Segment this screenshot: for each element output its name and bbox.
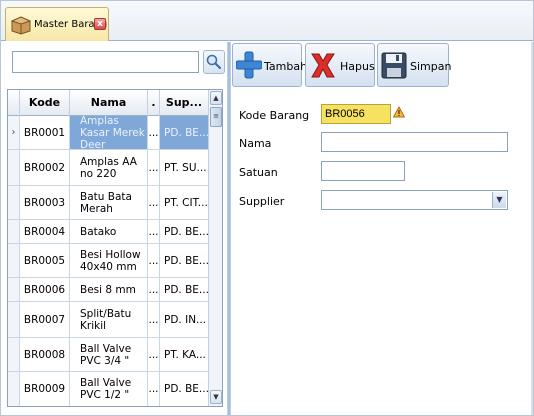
cell-dot: ...: [148, 116, 160, 149]
cell-supplier: PT. KA...: [164, 348, 206, 361]
scroll-down-icon[interactable]: ▼: [210, 390, 222, 404]
box-icon: [10, 16, 32, 35]
tab-bar: Master Barang x: [1, 1, 533, 41]
cell-nama: Besi Hollow 40x40 mm: [70, 244, 148, 277]
table-row[interactable]: BR0003 Batu Bata Merah ... PT. CIT...: [8, 186, 208, 220]
supplier-label: Supplier: [239, 195, 285, 208]
table-row[interactable]: BR0006 Besi 8 mm ... PD. BE...: [8, 278, 208, 302]
cell-dot: ...: [148, 278, 160, 301]
cell-nama: Split/Batu Krikil: [70, 302, 148, 337]
row-selected-icon: ›: [8, 116, 20, 149]
table-row[interactable]: BR0002 Amplas AA no 220 ... PT. SU...: [8, 150, 208, 186]
cell-kode: BR0004: [20, 220, 70, 243]
table-row[interactable]: BR0008 Ball Valve PVC 3/4 " ... PT. KA..…: [8, 338, 208, 372]
search-icon: [206, 54, 222, 70]
cell-kode: BR0008: [20, 338, 70, 371]
cell-supplier: PT. SU...: [164, 161, 207, 174]
chevron-down-icon[interactable]: ▼: [492, 192, 506, 208]
hapus-button[interactable]: Hapus: [305, 43, 375, 87]
cell-kode: BR0003: [20, 186, 70, 219]
hapus-label: Hapus: [340, 60, 375, 73]
table-row[interactable]: BR0004 Batako ... PD. BE...: [8, 220, 208, 244]
simpan-button[interactable]: Simpan: [377, 43, 452, 87]
cell-nama: Batu Bata Merah: [70, 186, 148, 219]
tab-master-barang[interactable]: Master Barang x: [5, 7, 109, 41]
column-header-kode[interactable]: Kode: [20, 90, 70, 116]
plus-icon: [236, 51, 262, 79]
cell-nama: Amplas Kasar Merek Deer: [70, 116, 148, 149]
table-row[interactable]: BR0005 Besi Hollow 40x40 mm ... PD. BE..…: [8, 244, 208, 278]
table-row[interactable]: BR0007 Split/Batu Krikil ... PD. IN...: [8, 302, 208, 338]
scroll-thumb[interactable]: ≡: [210, 107, 222, 127]
supplier-select[interactable]: ▼: [321, 190, 508, 210]
simpan-label: Simpan: [410, 60, 452, 73]
search-input[interactable]: [12, 51, 199, 73]
close-icon[interactable]: x: [94, 18, 106, 30]
cell-kode: BR0006: [20, 278, 70, 301]
column-header-dot[interactable]: .: [148, 90, 160, 116]
cell-nama: Batako: [70, 220, 148, 243]
kode-barang-label: Kode Barang: [239, 109, 310, 122]
nama-label: Nama: [239, 137, 272, 150]
table-row[interactable]: › BR0001 Amplas Kasar Merek Deer ... PD.…: [8, 116, 208, 150]
cell-dot: ...: [148, 302, 160, 337]
satuan-label: Satuan: [239, 166, 278, 179]
cell-dot: ...: [148, 372, 160, 406]
warning-icon: [393, 106, 405, 118]
app-window: Master Barang x Kode Nama . Sup... › BR0…: [0, 0, 534, 416]
table-row[interactable]: BR0009 Ball Valve PVC 1/2 " ... PD. BE..…: [8, 372, 208, 406]
cell-nama: Ball Valve PVC 1/2 ": [70, 372, 148, 406]
grid-scrollbar[interactable]: ▲ ≡ ▼: [208, 90, 222, 406]
cell-dot: ...: [148, 338, 160, 371]
tambah-label: Tambah: [264, 60, 308, 73]
save-icon: [381, 52, 407, 79]
search-button[interactable]: [203, 50, 225, 74]
cell-supplier: PD. BE...: [164, 225, 208, 238]
cell-dot: ...: [148, 150, 160, 185]
cell-supplier: PD. BE...: [164, 383, 208, 395]
cell-kode: BR0005: [20, 244, 70, 277]
cell-kode: BR0009: [20, 372, 70, 406]
satuan-input[interactable]: [321, 161, 405, 181]
kode-barang-input[interactable]: [321, 104, 391, 124]
column-header-nama[interactable]: Nama: [70, 90, 148, 116]
cell-supplier: PD. BE...: [164, 254, 208, 267]
delete-x-icon: [311, 53, 335, 78]
cell-nama: Besi 8 mm: [70, 278, 148, 301]
cell-supplier: PD. BE...: [160, 116, 208, 149]
column-header-supplier[interactable]: Sup...: [160, 90, 208, 116]
cell-kode: BR0007: [20, 302, 70, 337]
cell-nama: Ball Valve PVC 3/4 ": [70, 338, 148, 371]
panel-splitter[interactable]: [227, 42, 231, 415]
tambah-button[interactable]: Tambah: [232, 43, 307, 87]
cell-dot: ...: [148, 244, 160, 277]
header-indicator: [8, 90, 20, 116]
items-grid[interactable]: Kode Nama . Sup... › BR0001 Amplas Kasar…: [7, 89, 223, 407]
cell-supplier: PD. IN...: [164, 313, 207, 326]
cell-nama: Amplas AA no 220: [70, 150, 148, 185]
panel-border: [531, 42, 533, 415]
grid-header: Kode Nama . Sup...: [8, 90, 208, 116]
cell-dot: ...: [148, 220, 160, 243]
cell-kode: BR0002: [20, 150, 70, 185]
cell-dot: ...: [148, 186, 160, 219]
cell-kode: BR0001: [20, 116, 70, 149]
cell-supplier: PD. BE...: [164, 283, 208, 296]
cell-supplier: PT. CIT...: [164, 196, 208, 209]
nama-input[interactable]: [321, 132, 508, 152]
scroll-up-icon[interactable]: ▲: [210, 91, 222, 105]
